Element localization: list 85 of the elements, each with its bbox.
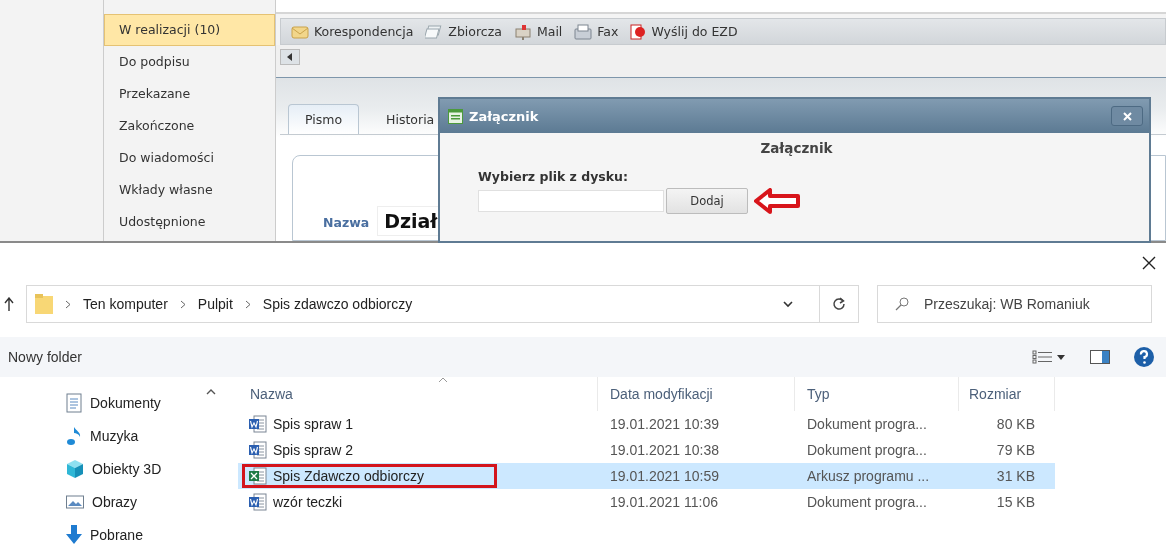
name-label: Nazwa — [323, 215, 370, 232]
nav-item[interactable]: Dokumenty — [66, 390, 200, 416]
triangle-left-icon — [287, 53, 293, 62]
file-field[interactable] — [478, 190, 664, 212]
chevron-icon — [65, 299, 71, 309]
size-cell-text: 80 KB — [995, 416, 1036, 432]
download-arrow-icon — [66, 525, 82, 545]
folder-icon — [35, 294, 53, 314]
new-folder-button[interactable]: Nowy folder — [8, 349, 82, 365]
file-name: Spis Zdawczo odbiorczy — [273, 468, 424, 484]
tab[interactable]: Historia — [369, 104, 452, 134]
file-row[interactable]: Spis spraw 2 19.01.2021 10:38 Dokument progra... 79 KB — [238, 437, 1055, 463]
breadcrumb[interactable]: Spis zdawczo odbiorczy — [262, 296, 413, 312]
spreadsheet-file-icon — [249, 467, 267, 485]
size-cell-text: 15 KB — [995, 494, 1036, 510]
file-name: Spis spraw 2 — [273, 442, 354, 458]
file-row[interactable]: wzór teczki 19.01.2021 11:06 Dokument progra... 15 KB — [238, 489, 1055, 515]
word-file-icon — [249, 493, 267, 511]
type-cell-text: Arkusz programu ... — [806, 468, 931, 484]
tab[interactable]: Pismo — [288, 104, 360, 134]
view-options-icon[interactable] — [1032, 350, 1066, 364]
size-cell-text: 31 KB — [995, 468, 1036, 484]
date-cell-text: 19.01.2021 11:06 — [609, 494, 719, 510]
picture-icon — [66, 494, 84, 510]
file-row[interactable]: Spis Zdawczo odbiorczy 19.01.2021 10:59 Arkusz programu ... 31 KB — [238, 463, 1055, 489]
sidebar-item[interactable]: Wkłady własne — [104, 174, 275, 206]
sidebar-item[interactable]: Przekazane — [104, 78, 275, 110]
form-icon — [448, 108, 463, 124]
column-header[interactable]: Nazwa — [238, 377, 598, 411]
envelope-icon — [291, 24, 309, 39]
date-cell-text: 19.01.2021 10:59 — [609, 468, 720, 484]
column-header[interactable]: Data modyfikacji — [598, 377, 795, 411]
chevron-icon — [179, 299, 186, 309]
file-label: Wybierz plik z dysku: — [478, 169, 629, 184]
sidebar-item[interactable]: Do wiadomości — [104, 142, 275, 174]
add-button[interactable]: Dodaj — [666, 188, 748, 214]
type-cell-text: Dokument progra... — [806, 442, 928, 458]
document-badge-icon — [630, 23, 647, 40]
search-icon — [895, 297, 909, 311]
sidebar-item[interactable]: Zakończone — [104, 110, 275, 142]
toolbar-button[interactable]: Wyślij do EZD — [630, 23, 738, 40]
toolbar-button[interactable]: Korespondencja — [291, 24, 414, 40]
papers-icon — [425, 24, 444, 39]
document-icon — [66, 393, 82, 413]
chevron-icon — [244, 299, 251, 309]
scroll-left-button[interactable] — [280, 49, 300, 66]
column-header[interactable]: Rozmiar — [959, 377, 1055, 411]
file-name: Spis spraw 1 — [273, 416, 354, 432]
close-icon[interactable] — [1140, 254, 1158, 272]
column-header[interactable]: Typ — [795, 377, 959, 411]
dialog-heading: Załącznik — [759, 139, 834, 158]
sidebar-item[interactable]: W realizacji (10) — [104, 14, 275, 46]
type-cell-text: Dokument progra... — [806, 416, 928, 432]
toolbar-button[interactable]: Mail — [513, 23, 563, 40]
breadcrumb[interactable]: Ten komputer — [83, 296, 168, 312]
date-cell-text: 19.01.2021 10:38 — [609, 442, 720, 458]
type-cell-text: Dokument progra... — [806, 494, 928, 510]
file-name: wzór teczki — [273, 494, 343, 510]
close-icon — [1122, 111, 1132, 121]
date-cell-text: 19.01.2021 10:39 — [609, 416, 720, 432]
word-file-icon — [249, 441, 267, 459]
fax-icon — [574, 23, 593, 40]
sidebar-item[interactable]: Udostępnione — [104, 206, 275, 238]
nav-item[interactable]: Muzyka — [66, 423, 200, 449]
file-row[interactable]: Spis spraw 1 19.01.2021 10:39 Dokument progra... 80 KB — [238, 411, 1055, 437]
word-file-icon — [249, 415, 267, 433]
nav-item[interactable]: Obrazy — [66, 489, 200, 515]
dialog-title: Załącznik — [469, 108, 540, 124]
address-bar[interactable]: Ten komputer Pulpit Spis zdawczo odbiorczy — [26, 285, 859, 323]
toolbar-button[interactable]: Zbiorcza — [425, 24, 502, 40]
music-note-icon — [66, 426, 82, 446]
help-icon[interactable] — [1134, 347, 1154, 367]
nav-item[interactable]: Pobrane — [66, 522, 200, 548]
size-cell-text: 79 KB — [995, 442, 1036, 458]
toolbar-button[interactable]: Fax — [574, 23, 619, 40]
scroll-up-icon[interactable] — [206, 389, 216, 395]
search-field[interactable]: Przeszukaj: WB Romaniuk — [877, 285, 1152, 323]
nav-item[interactable]: Obiekty 3D — [66, 456, 200, 482]
preview-pane-icon[interactable] — [1090, 350, 1110, 364]
sort-caret-icon — [438, 377, 448, 383]
close-button[interactable] — [1111, 106, 1143, 126]
sidebar-item[interactable]: Do podpisu — [104, 46, 275, 78]
cube-icon — [66, 459, 84, 479]
mailbox-icon — [513, 23, 532, 40]
breadcrumb[interactable]: Pulpit — [197, 296, 233, 312]
